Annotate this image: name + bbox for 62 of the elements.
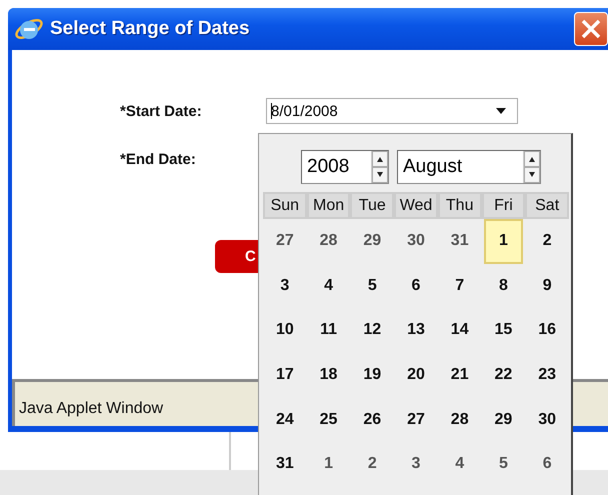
day-cell[interactable]: 14 (438, 308, 482, 353)
day-cell[interactable]: 28 (438, 397, 482, 442)
day-cell[interactable]: 2 (525, 219, 569, 264)
day-cell[interactable]: 3 (394, 442, 438, 487)
month-spinner[interactable]: August (397, 150, 541, 184)
day-cell[interactable]: 4 (438, 442, 482, 487)
day-cell[interactable]: 30 (394, 219, 438, 264)
day-cell[interactable]: 23 (525, 352, 569, 398)
day-cell[interactable]: 3 (263, 264, 307, 308)
day-cell[interactable]: 29 (350, 219, 394, 264)
day-cell[interactable]: 28 (306, 219, 350, 264)
day-cell[interactable]: 30 (525, 397, 569, 442)
date-field[interactable]: 8/01/2008 (266, 98, 518, 124)
day-cell[interactable]: 5 (482, 442, 526, 487)
spin-arrows-icon[interactable] (523, 151, 540, 183)
day-cell[interactable]: 10 (263, 308, 307, 353)
day-cell[interactable]: 19 (350, 352, 394, 398)
close-icon (580, 18, 602, 40)
day-cell[interactable]: 4 (306, 264, 350, 308)
day-cell[interactable]: 7 (438, 264, 482, 308)
weekday-header: Mon (306, 192, 350, 219)
day-cell[interactable]: 1 (484, 219, 524, 264)
day-cell[interactable]: 12 (350, 308, 394, 353)
day-cell[interactable]: 6 (394, 264, 438, 308)
day-cell[interactable]: 31 (438, 219, 482, 264)
weekday-header: Sat (525, 192, 569, 219)
weekday-header: Tue (350, 192, 394, 219)
day-cell[interactable]: 26 (350, 397, 394, 442)
close-button[interactable] (574, 12, 608, 46)
weekday-header: Sun (263, 192, 307, 219)
day-cell[interactable]: 1 (306, 442, 350, 487)
day-cell[interactable]: 5 (350, 264, 394, 308)
day-cell[interactable]: 21 (438, 352, 482, 398)
action-button[interactable]: C (215, 240, 258, 273)
weekday-header: Fri (482, 192, 526, 219)
day-cell[interactable]: 27 (394, 397, 438, 442)
day-cell[interactable]: 17 (263, 352, 307, 398)
day-cell[interactable]: 20 (394, 352, 438, 398)
day-cell[interactable]: 2 (350, 442, 394, 487)
field-label: *End Date: (120, 150, 197, 168)
weekday-header: Thu (438, 192, 482, 219)
day-cell[interactable]: 31 (263, 442, 307, 487)
status-text: Java Applet Window (19, 400, 164, 418)
dropdown-arrow-icon[interactable] (495, 107, 507, 115)
day-cell[interactable]: 29 (482, 397, 526, 442)
day-cell[interactable]: 15 (482, 308, 526, 353)
day-cell[interactable]: 13 (394, 308, 438, 353)
day-cell[interactable]: 18 (306, 352, 350, 398)
day-cell[interactable]: 11 (306, 308, 350, 353)
spin-arrows-icon[interactable] (371, 151, 388, 183)
weekday-header: Wed (394, 192, 438, 219)
window-title: Select Range of Dates (50, 18, 250, 40)
day-cell[interactable]: 8 (482, 264, 526, 308)
day-cell[interactable]: 24 (263, 397, 307, 442)
day-cell[interactable]: 22 (482, 352, 526, 398)
day-cell[interactable]: 27 (263, 219, 307, 264)
field-label: *Start Date: (120, 102, 203, 120)
day-cell[interactable]: 9 (525, 264, 569, 308)
year-spinner[interactable]: 2008 (301, 150, 389, 184)
day-cell[interactable]: 6 (525, 442, 569, 487)
day-cell[interactable]: 16 (525, 308, 569, 353)
day-cell[interactable]: 25 (306, 397, 350, 442)
